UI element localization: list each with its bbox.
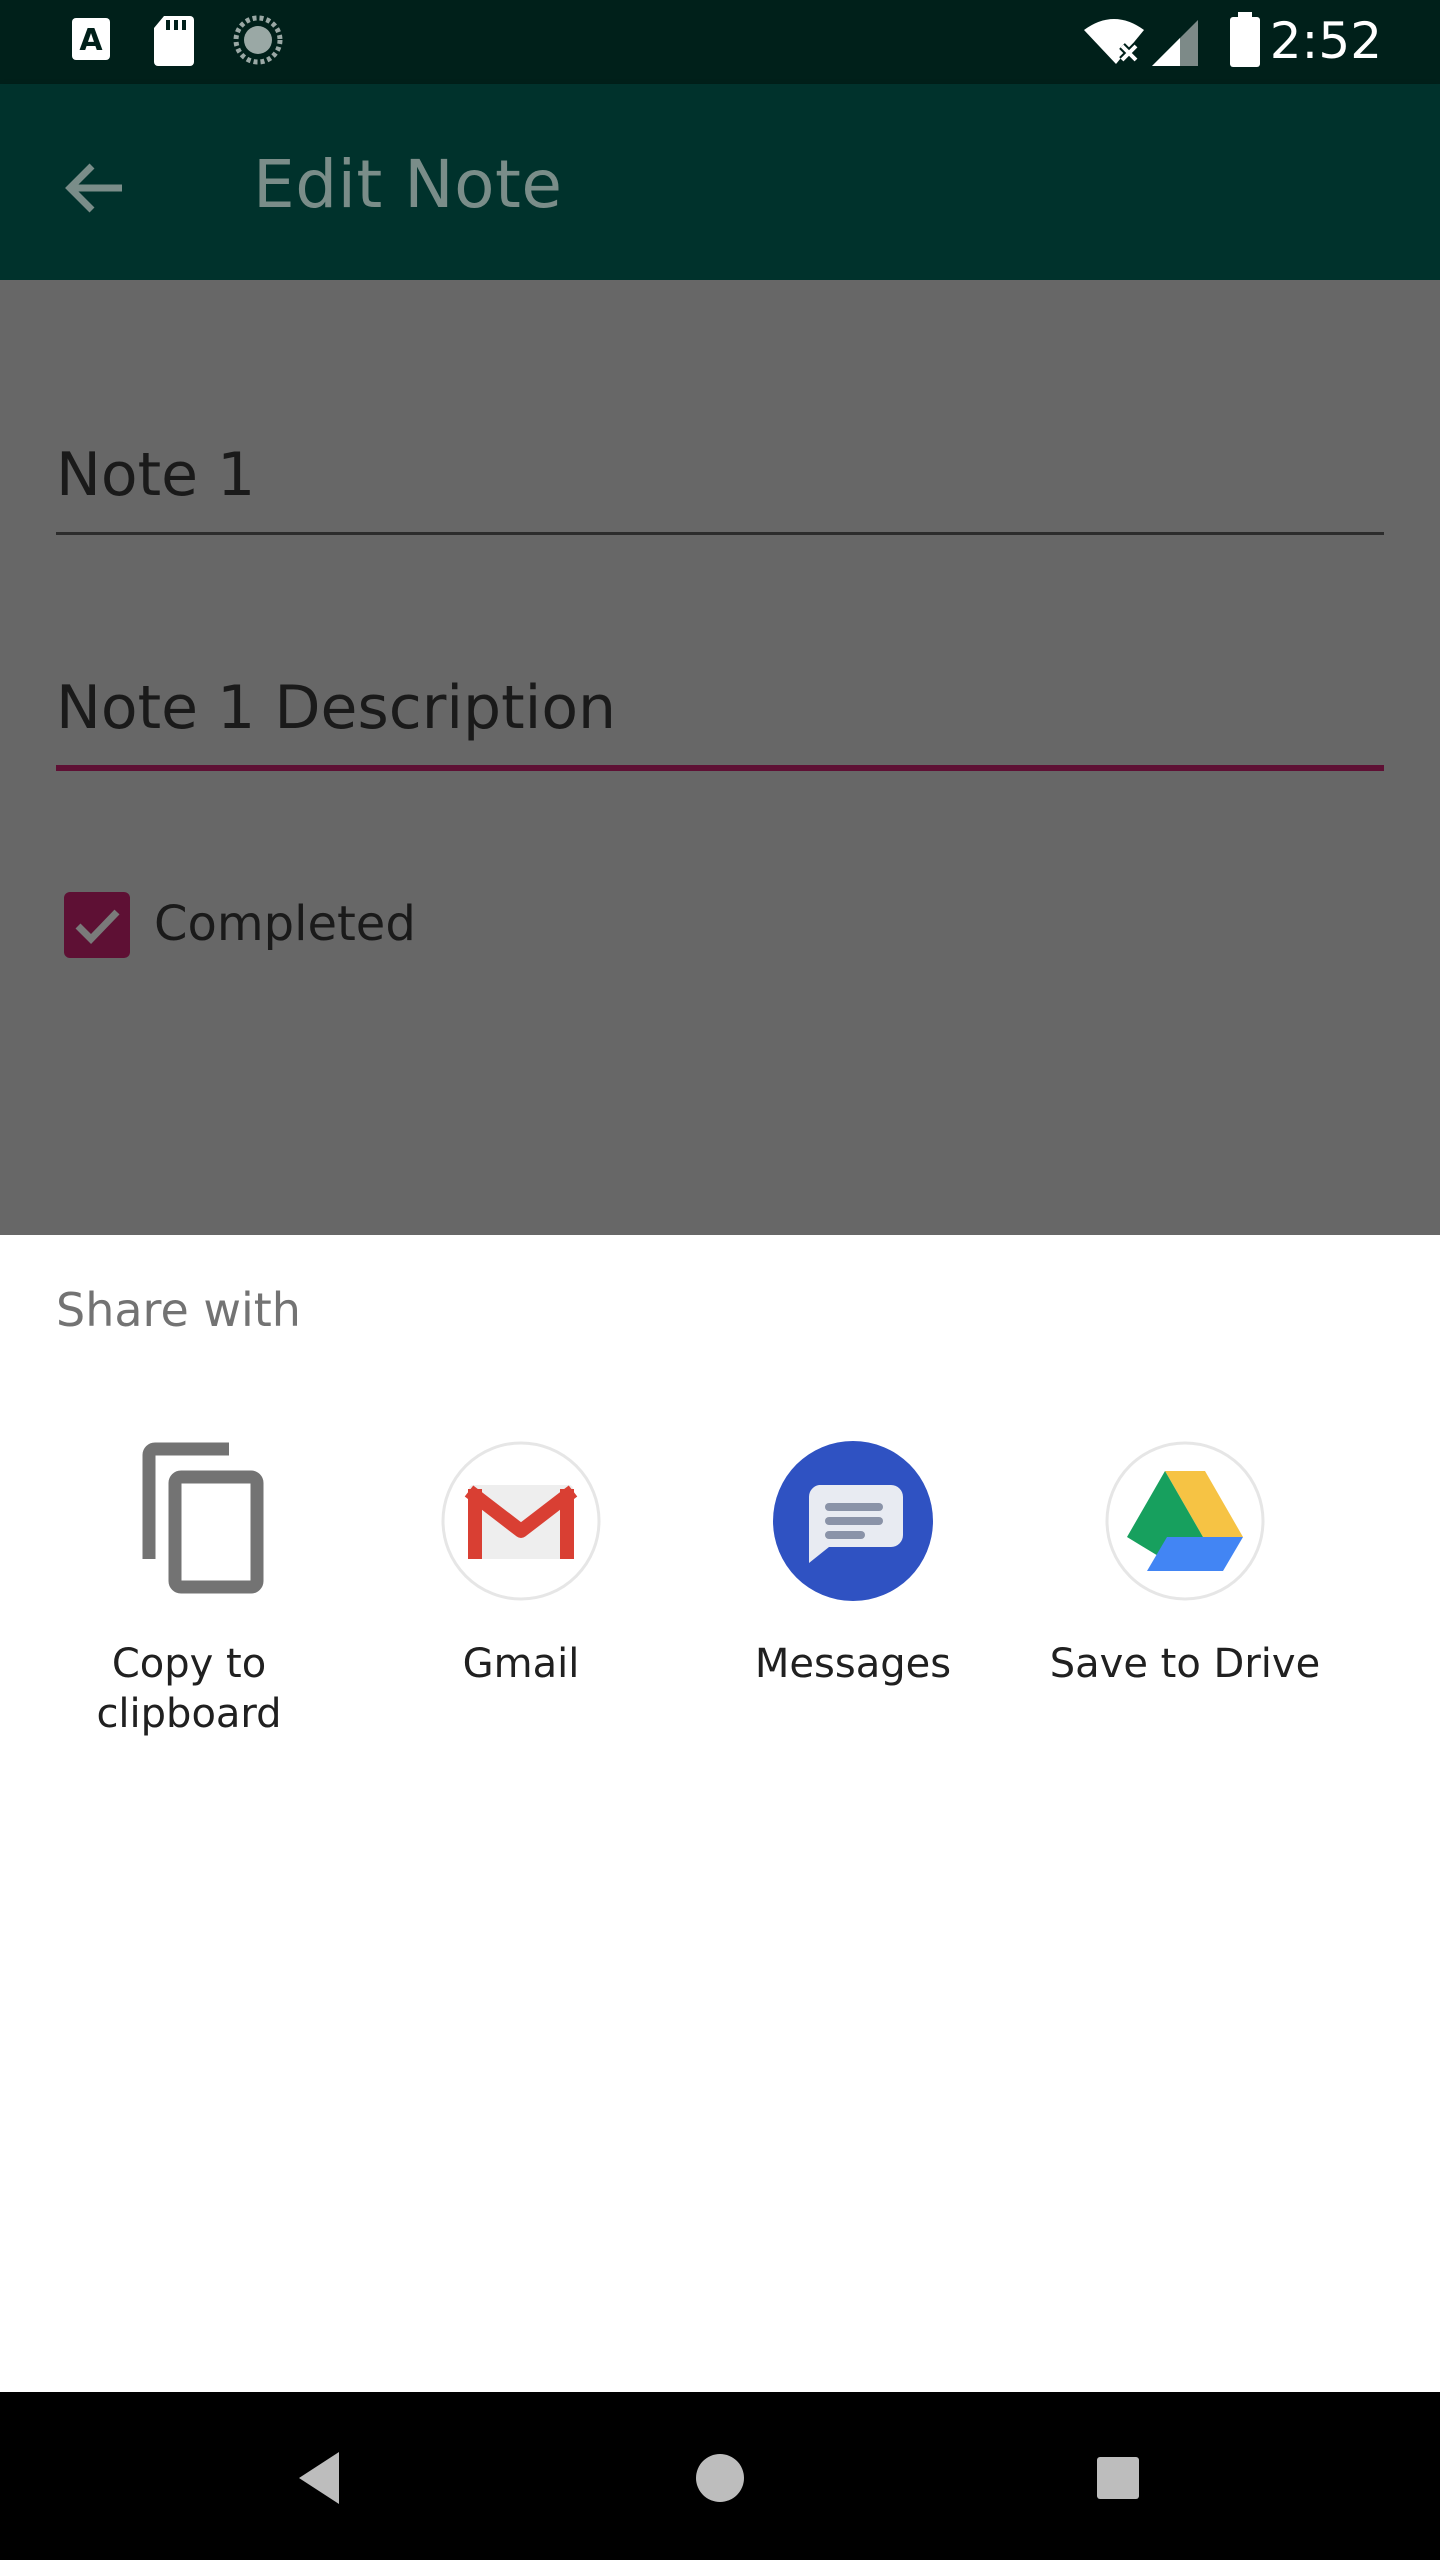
back-button[interactable] [56,148,136,228]
status-time: 2:52 [1269,12,1382,70]
share-target-label: Copy to clipboard [96,1641,282,1737]
completed-checkbox[interactable] [64,892,130,958]
share-target-drive[interactable]: Save to Drive [1035,1441,1335,1761]
title-underline [56,532,1384,535]
share-target-messages[interactable]: Messages [703,1441,1003,1761]
wifi-off-icon [1082,16,1146,73]
sync-spinner-icon [232,14,284,71]
description-input-value: Note 1 Description [56,673,617,743]
arrow-back-icon [65,163,122,213]
navigation-bar [0,2392,1440,2560]
battery-icon [1228,12,1262,73]
status-bar: A 2:52 [0,0,1440,84]
share-target-label: Save to Drive [1049,1641,1321,1687]
back-triangle-icon[interactable] [277,2432,367,2522]
app-bar: Edit Note [0,84,1440,280]
title-input-value: Note 1 [56,440,256,510]
share-target-label: Gmail [462,1641,580,1687]
title-field[interactable]: Note 1 [56,440,1384,535]
share-target-gmail[interactable]: Gmail [371,1441,671,1761]
copy-icon [109,1441,269,1601]
font-a-icon: A [70,14,114,69]
completed-label: Completed [154,896,416,952]
messages-icon [773,1441,933,1601]
gmail-icon [441,1441,601,1601]
share-target-copy[interactable]: Copy to clipboard [39,1441,339,1761]
description-field[interactable]: Note 1 Description [56,673,1384,771]
page-title: Edit Note [253,146,563,223]
description-underline [56,765,1384,771]
drive-icon [1105,1441,1265,1601]
svg-text:A: A [79,23,103,58]
edit-note-form: Note 1 Note 1 Description Completed [0,280,1440,1235]
checkmark-icon [75,909,120,944]
share-sheet: Share with Copy to clipboard Gmail Messa… [0,1235,1440,2392]
recents-square-icon[interactable] [1073,2432,1163,2522]
sd-card-icon [152,14,196,73]
cell-signal-icon [1150,18,1200,73]
home-circle-icon[interactable] [675,2432,765,2522]
share-target-label: Messages [754,1641,952,1687]
share-sheet-title: Share with [56,1283,301,1337]
